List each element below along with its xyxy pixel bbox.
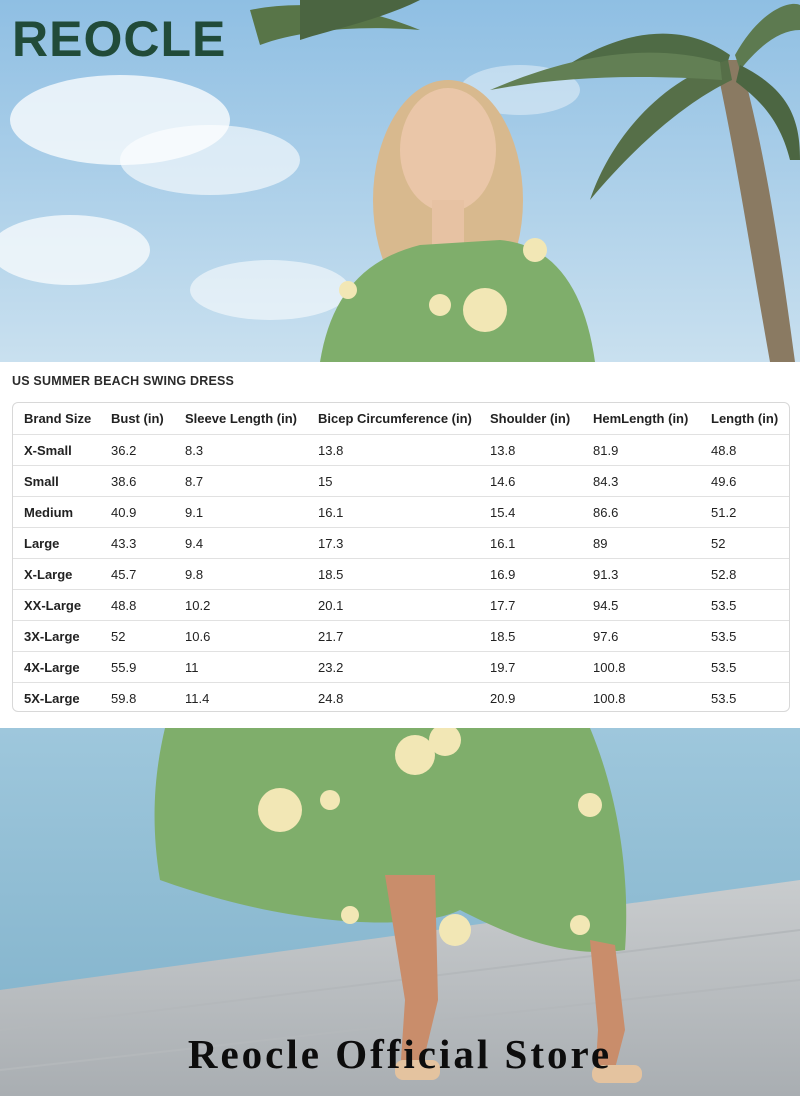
cell-bicep: 23.2 [307, 651, 479, 683]
cell-length: 53.5 [700, 620, 789, 652]
cell-bicep: 15 [307, 465, 479, 497]
cell-bust: 43.3 [100, 527, 174, 559]
cell-size: 5X-Large [24, 690, 80, 706]
cell-bust: 48.8 [100, 589, 174, 621]
cell-length: 53.5 [700, 651, 789, 683]
size-chart-panel: US SUMMER BEACH SWING DRESS Brand Size B… [0, 362, 800, 728]
cell-hem-length: 84.3 [582, 465, 700, 497]
cell-length: 49.6 [700, 465, 789, 497]
cell-length: 53.5 [711, 690, 737, 706]
cell-sleeve-length: 11.4 [185, 690, 210, 706]
header-bicep-circumference: Bicep Circumference (in) [307, 403, 479, 435]
cell-shoulder: 17.7 [479, 589, 582, 621]
table-row: X-Large 45.7 9.8 18.5 16.9 91.3 52.8 [13, 558, 789, 590]
header-hem-length: HemLength (in) [582, 403, 700, 435]
size-chart-table-container: Brand Size Bust (in) Sleeve Length (in) … [12, 402, 790, 712]
store-name-caption: Reocle Official Store [187, 1031, 613, 1077]
cell-shoulder: 15.4 [479, 496, 582, 528]
table-row: XX-Large 48.8 10.2 20.1 17.7 94.5 53.5 [13, 589, 789, 621]
cell-size: XX-Large [13, 589, 100, 621]
cell-length: 52.8 [700, 558, 789, 590]
cell-length: 52 [700, 527, 789, 559]
cell-bust: 40.9 [100, 496, 174, 528]
cell-bicep: 20.1 [307, 589, 479, 621]
cell-size: Large [13, 527, 100, 559]
cell-bust: 45.7 [100, 558, 174, 590]
cell-bust: 36.2 [100, 434, 174, 466]
cell-bicep: 24.8 [318, 690, 344, 706]
cell-hem-length: 91.3 [582, 558, 700, 590]
cell-shoulder: 20.9 [490, 690, 516, 706]
cell-sleeve-length: 9.4 [174, 527, 307, 559]
cell-sleeve-length: 8.3 [174, 434, 307, 466]
header-brand-size: Brand Size [13, 403, 100, 435]
cell-size: X-Small [13, 434, 100, 466]
cell-size: X-Large [13, 558, 100, 590]
cell-bicep: 21.7 [307, 620, 479, 652]
cell-sleeve-length: 10.2 [174, 589, 307, 621]
table-header-row: Brand Size Bust (in) Sleeve Length (in) … [13, 403, 789, 435]
cell-length: 51.2 [700, 496, 789, 528]
cell-sleeve-length: 11 [174, 651, 307, 683]
cell-hem-length: 100.8 [582, 651, 700, 683]
cell-sleeve-length: 10.6 [174, 620, 307, 652]
cell-hem-length: 86.6 [582, 496, 700, 528]
cell-sleeve-length: 8.7 [174, 465, 307, 497]
cell-bicep: 16.1 [307, 496, 479, 528]
cell-sleeve-length: 9.8 [174, 558, 307, 590]
table-row: Medium 40.9 9.1 16.1 15.4 86.6 51.2 [13, 496, 789, 528]
cell-length: 53.5 [700, 589, 789, 621]
cell-hem-length: 81.9 [582, 434, 700, 466]
cell-bust: 52 [100, 620, 174, 652]
header-bust: Bust (in) [100, 403, 174, 435]
cell-shoulder: 19.7 [479, 651, 582, 683]
cell-size: 3X-Large [13, 620, 100, 652]
size-chart-title: US SUMMER BEACH SWING DRESS [12, 374, 235, 388]
cell-bust: 59.8 [111, 690, 137, 706]
cell-size: Small [13, 465, 100, 497]
cell-hem-length: 89 [582, 527, 700, 559]
cell-size: 4X-Large [13, 651, 100, 683]
table-row: 4X-Large 55.9 11 23.2 19.7 100.8 53.5 [13, 651, 789, 683]
brand-logo: REOCLE [12, 11, 227, 67]
cell-bust: 38.6 [100, 465, 174, 497]
cell-shoulder: 16.1 [479, 527, 582, 559]
table-row: X-Small 36.2 8.3 13.8 13.8 81.9 48.8 [13, 434, 789, 466]
cell-hem-length: 97.6 [582, 620, 700, 652]
cell-shoulder: 18.5 [479, 620, 582, 652]
cell-bicep: 13.8 [307, 434, 479, 466]
header-length: Length (in) [700, 403, 789, 435]
size-chart-table: Brand Size Bust (in) Sleeve Length (in) … [13, 403, 789, 712]
cell-shoulder: 13.8 [479, 434, 582, 466]
table-row: Small 38.6 8.7 15 14.6 84.3 49.6 [13, 465, 789, 497]
cell-shoulder: 14.6 [479, 465, 582, 497]
cell-bust: 55.9 [100, 651, 174, 683]
cell-length: 48.8 [700, 434, 789, 466]
header-sleeve-length: Sleeve Length (in) [174, 403, 307, 435]
cell-sleeve-length: 9.1 [174, 496, 307, 528]
cell-shoulder: 16.9 [479, 558, 582, 590]
table-row: 3X-Large 52 10.6 21.7 18.5 97.6 53.5 [13, 620, 789, 652]
cell-size: Medium [13, 496, 100, 528]
cell-bicep: 17.3 [307, 527, 479, 559]
cell-bicep: 18.5 [307, 558, 479, 590]
table-row: Large 43.3 9.4 17.3 16.1 89 52 [13, 527, 789, 559]
header-shoulder: Shoulder (in) [479, 403, 582, 435]
cell-hem-length: 94.5 [582, 589, 700, 621]
table-row: 5X-Large 59.8 11.4 24.8 20.9 100.8 53.5 [13, 683, 789, 712]
cell-hem-length: 100.8 [593, 690, 626, 706]
